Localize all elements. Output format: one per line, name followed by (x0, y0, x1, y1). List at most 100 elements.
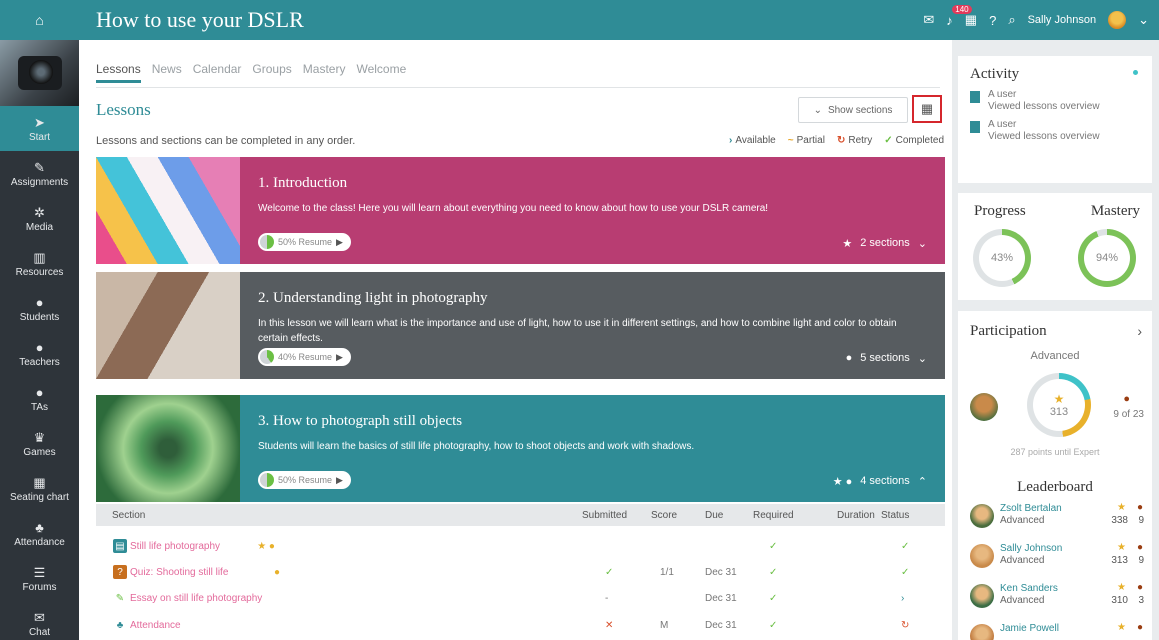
mastery-ring[interactable]: 94% (1078, 229, 1136, 287)
user-avatar[interactable] (1108, 11, 1127, 29)
section-name-link[interactable]: Still life photography (130, 541, 220, 552)
submitted-value: ✓ (605, 567, 614, 578)
table-row[interactable]: ? Quiz: Shooting still life ● ✓ 1/1 Dec 31 ✓ ✓ (96, 560, 945, 586)
section-name-link[interactable]: Essay on still life photography (130, 593, 262, 604)
sidebar-item-media[interactable]: ✲ Media (0, 196, 79, 241)
sections-toggle[interactable]: ● 5 sections ⌄ (846, 352, 927, 365)
required-value: ✓ (769, 567, 778, 578)
sidebar-item-assignments[interactable]: ✎ Assignments (0, 151, 79, 196)
course-thumbnail[interactable] (0, 40, 79, 106)
lesson-title[interactable]: 3. How to photograph still objects (258, 413, 929, 430)
participation-ring-inner: ★ 313 (1033, 379, 1085, 431)
tabs-divider (96, 87, 940, 88)
leaderboard-row[interactable]: Jamie Powell ★ ● (970, 620, 1144, 640)
progress-ring[interactable]: 43% (973, 229, 1031, 287)
show-sections-button[interactable]: ⌄ Show sections (798, 97, 908, 123)
chevron-right-icon[interactable]: › (1137, 323, 1142, 339)
leaderboard-row[interactable]: Ken Sanders Advanced ★ ● 310 3 (970, 580, 1144, 620)
leaderboard-name[interactable]: Sally Johnson (1000, 543, 1062, 554)
search-icon[interactable]: ⌕ (1008, 12, 1015, 28)
lesson-body: 2. Understanding light in photography In … (240, 272, 945, 379)
participation-level: Advanced (1030, 350, 1080, 362)
tab-lessons[interactable]: Lessons (96, 62, 141, 83)
help-icon[interactable]: ? (989, 13, 996, 28)
sidebar-item-label: Chat (28, 626, 51, 638)
media-icon: ✲ (34, 204, 45, 220)
tab-calendar[interactable]: Calendar (193, 62, 242, 83)
activity-item[interactable]: A user Viewed lessons overview (970, 119, 1140, 143)
participation-ring[interactable]: ★ 313 (1027, 373, 1091, 437)
sidebar-item-students[interactable]: ● Students (0, 286, 79, 331)
lesson-title[interactable]: 2. Understanding light in photography (258, 290, 929, 307)
camera-lens-image (29, 60, 53, 84)
table-row[interactable]: ▤ Still life photography ★ ● ✓ ✓ (96, 534, 945, 560)
status-value: ✓ (901, 567, 910, 578)
leaderboard-row[interactable]: Zsolt Bertalan Advanced ★ ● 338 9 (970, 500, 1144, 540)
resume-button[interactable]: 50% Resume ▶ (258, 471, 351, 489)
lesson-description: In this lesson we will learn what is the… (258, 318, 897, 344)
sidebar-item-label: Media (25, 221, 54, 233)
sidebar-item-games[interactable]: ♛ Games (0, 421, 79, 466)
calendar-icon[interactable]: ▦ (965, 12, 977, 28)
activity-item[interactable]: A user Viewed lessons overview (970, 89, 1140, 113)
table-row[interactable]: ✎ Essay on still life photography - Dec 31 ✓… (96, 586, 945, 612)
sections-count: 2 sections (860, 237, 910, 249)
students-icon: ● (35, 294, 44, 310)
tab-mastery[interactable]: Mastery (303, 62, 346, 83)
column-header-submitted: Submitted (582, 510, 628, 521)
notifications-button[interactable]: ♪ 140 (946, 4, 972, 28)
tab-groups[interactable]: Groups (252, 62, 291, 83)
leaderboard-badges: 3 (1138, 595, 1144, 606)
lesson-card[interactable]: 3. How to photograph still objects Studen… (96, 395, 945, 502)
resume-button[interactable]: 50% Resume ▶ (258, 233, 351, 251)
resume-button[interactable]: 40% Resume ▶ (258, 348, 351, 366)
section-name-link[interactable]: Quiz: Shooting still life (130, 567, 228, 578)
section-name-link[interactable]: Attendance (130, 620, 181, 631)
star-icon: ★ (1053, 392, 1065, 406)
home-button[interactable]: ⌂ (0, 0, 79, 40)
table-row[interactable]: ♣ Attendance ✕ M Dec 31 ✓ ↻ (96, 613, 945, 639)
lesson-body: 1. Introduction Welcome to the class! Her… (240, 157, 945, 264)
avatar (970, 624, 994, 640)
sidebar-item-resources[interactable]: ▥ Resources (0, 241, 79, 286)
sidebar-item-start[interactable]: ➤ Start (0, 106, 79, 151)
lesson-description: Students will learn the basics of still … (258, 441, 695, 452)
sections-count: 4 sections (860, 475, 910, 487)
sections-toggle[interactable]: ★ ● 4 sections ⌃ (833, 475, 927, 488)
lesson-title[interactable]: 1. Introduction (258, 175, 929, 192)
column-header-score: Score (651, 510, 678, 521)
section-markers-icon: ● (274, 567, 281, 578)
sidebar-item-seating-chart[interactable]: ▦ Seating chart (0, 466, 79, 511)
progress-pie-icon (260, 350, 274, 364)
score-value: 1/1 (660, 567, 674, 578)
activity-panel: Activity A user Viewed lessons overview A … (958, 56, 1152, 183)
mail-icon[interactable]: ✉ (923, 12, 934, 28)
lesson-card[interactable]: 1. Introduction Welcome to the class! Her… (96, 157, 945, 264)
section-type-icon: ▤ (113, 539, 127, 553)
user-name[interactable]: Sally Johnson (1028, 14, 1097, 26)
tab-welcome[interactable]: Welcome (356, 62, 406, 83)
leaderboard-name[interactable]: Zsolt Bertalan (1000, 503, 1062, 514)
lesson-card[interactable]: 2. Understanding light in photography In … (96, 272, 945, 379)
medal-icon: ● (1136, 542, 1143, 553)
grid-view-button[interactable]: ▦ (912, 95, 942, 123)
avatar (970, 584, 994, 608)
leaderboard-points: 310 (1111, 595, 1128, 606)
sidebar-item-chat[interactable]: ✉ Chat (0, 601, 79, 640)
leaderboard-name[interactable]: Jamie Powell (1000, 623, 1059, 634)
sidebar-item-forums[interactable]: ☰ Forums (0, 556, 79, 601)
leaderboard-name[interactable]: Ken Sanders (1000, 583, 1058, 594)
sidebar-item-teachers[interactable]: ● Teachers (0, 331, 79, 376)
play-icon: ▶ (336, 236, 343, 247)
sections-toggle[interactable]: ★ 2 sections ⌄ (842, 237, 927, 250)
participation-title[interactable]: Participation (970, 323, 1047, 340)
chevron-down-icon[interactable]: ⌄ (1138, 12, 1149, 28)
seating-icon: ▦ (33, 474, 46, 490)
leaderboard-row[interactable]: Sally Johnson Advanced ★ ● 313 9 (970, 540, 1144, 580)
tab-news[interactable]: News (152, 62, 182, 83)
column-header-status: Status (881, 510, 910, 521)
sidebar-item-attendance[interactable]: ♣ Attendance (0, 511, 79, 556)
sidebar-item-tas[interactable]: ● TAs (0, 376, 79, 421)
column-header-section: Section (112, 510, 146, 521)
legend-available-icon: › (729, 135, 733, 146)
